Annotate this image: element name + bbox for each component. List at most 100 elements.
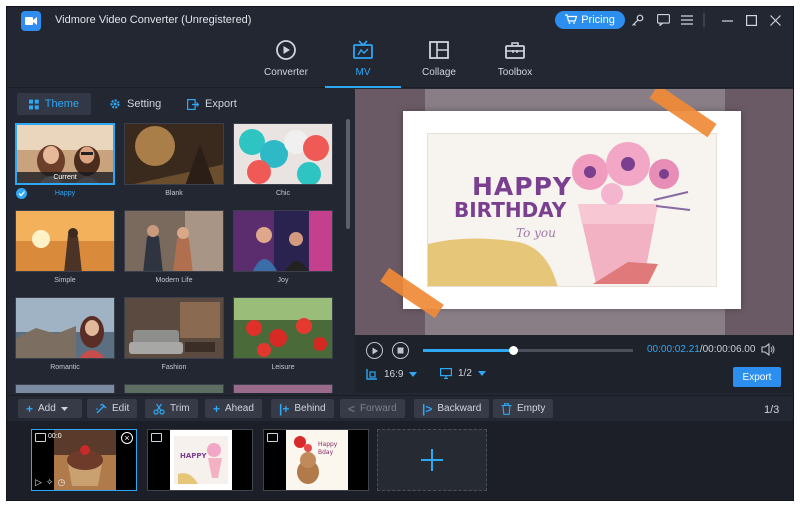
- tab-collage[interactable]: Collage: [401, 39, 477, 87]
- theme-fashion[interactable]: Fashion: [124, 297, 224, 383]
- plus-icon: [421, 449, 443, 471]
- export-icon: [187, 98, 199, 110]
- plus-icon: +: [26, 401, 34, 416]
- window-title: Vidmore Video Converter (Unregistered): [55, 14, 252, 26]
- theme-thumbnail: [233, 210, 333, 272]
- theme-name: Blank: [165, 190, 183, 197]
- theme-joy[interactable]: Joy: [233, 210, 333, 296]
- play-button[interactable]: [366, 342, 383, 359]
- monitor-icon: [440, 368, 452, 379]
- effect-icon[interactable]: ✧: [46, 477, 54, 488]
- ahead-button[interactable]: + Ahead: [205, 399, 262, 418]
- clip-duration: 00:0: [48, 433, 62, 440]
- close-icon[interactable]: ×: [121, 432, 133, 444]
- aspect-ratio-select[interactable]: 16:9: [366, 368, 418, 380]
- export-button[interactable]: Export: [733, 367, 781, 387]
- converter-icon: [276, 40, 296, 60]
- mv-icon: [353, 40, 373, 59]
- aspect-ratio-value: 16:9: [384, 368, 404, 380]
- theme-panel: Theme Setting Export Current Happy Blank…: [7, 89, 354, 393]
- behind-label: Behind: [294, 403, 326, 414]
- stop-button[interactable]: [392, 342, 409, 359]
- theme-row4-item[interactable]: [15, 384, 115, 393]
- backward-label: Backward: [437, 403, 482, 414]
- edit-button[interactable]: Edit: [87, 399, 138, 418]
- tab-setting-label: Setting: [127, 98, 162, 110]
- theme-row4-item[interactable]: [233, 384, 333, 393]
- screen-select-value: 1/2: [458, 368, 472, 379]
- theme-happy[interactable]: Current Happy: [15, 123, 115, 209]
- theme-modern-life[interactable]: Modern Life: [124, 210, 224, 296]
- theme-thumbnail: [124, 297, 224, 359]
- tab-converter[interactable]: Converter: [248, 39, 324, 87]
- tab-converter-label: Converter: [264, 67, 308, 78]
- add-clip-button[interactable]: [377, 429, 487, 491]
- feedback-icon[interactable]: [655, 12, 671, 28]
- tab-mv[interactable]: MV: [325, 39, 401, 88]
- theme-chic[interactable]: Chic: [233, 123, 333, 209]
- tab-theme[interactable]: Theme: [17, 93, 91, 115]
- key-icon[interactable]: [629, 12, 645, 28]
- backward-icon: |>: [422, 401, 433, 416]
- progress-handle[interactable]: [509, 346, 519, 355]
- clip-item[interactable]: HAPPY: [147, 429, 253, 491]
- preview-area: HAPPY BIRTHDAY To you: [355, 89, 793, 335]
- theme-simple[interactable]: Simple: [15, 210, 115, 296]
- plus-icon: +: [213, 401, 221, 416]
- toolbox-icon: [505, 42, 525, 59]
- volume-icon[interactable]: [761, 342, 775, 359]
- gear-icon: [110, 99, 120, 109]
- theme-thumbnail: [124, 210, 224, 272]
- add-button[interactable]: + Add: [18, 399, 82, 418]
- grid-icon: [29, 99, 39, 109]
- clip-item[interactable]: Happy Bday: [263, 429, 369, 491]
- backward-button[interactable]: |> Backward: [414, 399, 490, 418]
- pricing-button[interactable]: Pricing: [555, 11, 625, 29]
- clip-tools: ▷ ✧ ◷: [35, 477, 65, 488]
- theme-row4-item[interactable]: [124, 384, 224, 393]
- tab-collage-label: Collage: [422, 67, 456, 78]
- trim-label: Trim: [170, 403, 190, 414]
- chevron-down-icon: [60, 406, 68, 411]
- trim-button[interactable]: Trim: [145, 399, 198, 418]
- play-icon: [372, 347, 378, 354]
- card-line2: BIRTHDAY: [454, 198, 567, 222]
- ahead-label: Ahead: [225, 403, 254, 414]
- tab-theme-label: Theme: [44, 98, 79, 110]
- theme-thumbnail: [15, 210, 115, 272]
- theme-thumbnail: [233, 384, 333, 393]
- theme-thumbnail: [124, 123, 224, 185]
- add-label: Add: [38, 403, 56, 414]
- forward-button[interactable]: < Forward: [340, 399, 405, 418]
- theme-romantic[interactable]: Romantic: [15, 297, 115, 383]
- theme-name: Fashion: [161, 364, 187, 371]
- clock-icon[interactable]: ◷: [57, 477, 65, 488]
- theme-name: Romantic: [50, 364, 80, 371]
- play-icon[interactable]: ▷: [35, 477, 42, 488]
- behind-button[interactable]: |+ Behind: [271, 399, 334, 418]
- theme-thumbnail: [15, 297, 115, 359]
- theme-blank[interactable]: Blank: [124, 123, 224, 209]
- tab-toolbox-label: Toolbox: [497, 67, 533, 78]
- maximize-icon[interactable]: [743, 12, 759, 28]
- theme-thumbnail: [233, 123, 333, 185]
- tab-export[interactable]: Export: [175, 93, 249, 115]
- close-icon[interactable]: [767, 12, 783, 28]
- tab-toolbox[interactable]: Toolbox: [477, 39, 553, 87]
- theme-scrollbar[interactable]: [346, 119, 350, 229]
- menu-icon[interactable]: [679, 12, 695, 28]
- screen-select[interactable]: 1/2: [440, 368, 486, 379]
- empty-button[interactable]: Empty: [493, 399, 554, 418]
- insert-behind-icon: |+: [279, 401, 290, 416]
- app-window: Vidmore Video Converter (Unregistered) P…: [6, 6, 794, 501]
- clip-thumbnail: Happy Bday: [286, 430, 348, 490]
- birthday-card: HAPPY BIRTHDAY To you: [403, 111, 741, 309]
- progress-fill: [423, 349, 514, 352]
- minimize-icon[interactable]: [719, 12, 735, 28]
- progress-bar[interactable]: [423, 346, 633, 355]
- chevron-down-icon: [409, 371, 418, 377]
- tab-setting[interactable]: Setting: [97, 93, 173, 115]
- clip-item[interactable]: 00:0 × ▷ ✧ ◷: [31, 429, 137, 491]
- chevron-down-icon: [477, 371, 486, 376]
- theme-leisure[interactable]: Leisure: [233, 297, 333, 383]
